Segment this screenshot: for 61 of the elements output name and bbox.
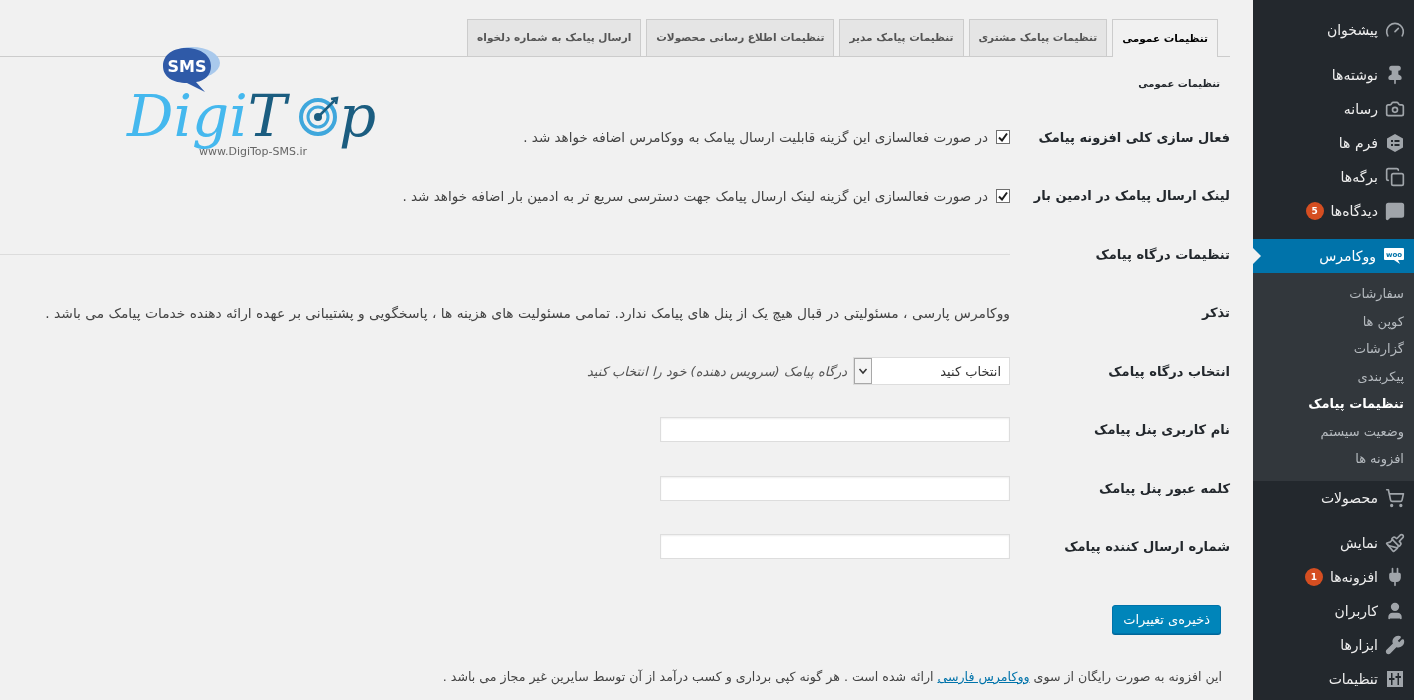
- checkbox[interactable]: [996, 188, 1010, 203]
- menu-item[interactable]: محصولات: [1253, 480, 1414, 515]
- submenu-item[interactable]: وضعیت سیستم: [1253, 417, 1414, 445]
- save-button[interactable]: ذخیره‌ی تغییرات: [1112, 605, 1221, 634]
- digitop-logo: SMS DigiT p www.DigiTop-SMS.ir: [125, 44, 383, 158]
- setting-label: تذکر: [1201, 305, 1230, 321]
- menu-item[interactable]: برگه‌ها: [1253, 160, 1414, 194]
- plugin-link[interactable]: ووکامرس فارسی: [937, 669, 1030, 684]
- submenu-item[interactable]: افزونه ها: [1253, 445, 1414, 473]
- note-text: ووکامرس پارسی ، مسئولیتی در قبال هیچ یک از پنل های پیامک ندارد. تمامی مسئولیت های هزینه ها ، پاسخگویی و پشتیبانی بر عهده ارائه دهنده خدمات پیامک می باشد .: [45, 303, 1010, 322]
- hexagon-list-icon: [1385, 133, 1405, 153]
- cart-icon: [1385, 487, 1405, 508]
- submenu-item[interactable]: تنظیمات پیامک: [1253, 390, 1414, 418]
- footer-note: این افزونه به صورت رایگان از سوی ووکامرس فارسی ارائه شده است . هر گونه کپی برداری و کسب درآمد از آن توسط سایرین غیر مجاز می باشد .: [442, 669, 1222, 685]
- user-icon: [1385, 600, 1405, 621]
- paintbrush-icon: [1385, 532, 1405, 553]
- menu-item[interactable]: نمایش: [1253, 525, 1414, 560]
- tab[interactable]: تنظیمات عمومی: [1112, 19, 1218, 57]
- text-field[interactable]: [660, 534, 1010, 560]
- wrench-icon: [1385, 634, 1405, 655]
- notification-count: 1: [1304, 567, 1323, 586]
- menu-item[interactable]: پیشخوان: [1253, 13, 1414, 47]
- setting-label: نام کاربری پنل پیامک: [1094, 422, 1230, 438]
- pin-icon: [1385, 65, 1405, 85]
- setting-label: انتخاب درگاه پیامک: [1108, 363, 1230, 379]
- setting-label: لینک ارسال پیامک در ادمین بار: [1033, 188, 1230, 204]
- text-field[interactable]: [660, 417, 1010, 443]
- setting-label: فعال سازی کلی افزونه پیامک: [1038, 129, 1230, 145]
- checkbox[interactable]: [996, 130, 1010, 145]
- menu-item[interactable]: ابزارها: [1253, 627, 1414, 662]
- menu-item[interactable]: کاربران: [1253, 593, 1414, 628]
- menu-item[interactable]: تنظیمات: [1253, 661, 1414, 696]
- tab[interactable]: تنظیمات اطلاع رسانی محصولات: [646, 19, 835, 56]
- submenu-item[interactable]: پیکربندی: [1253, 362, 1414, 390]
- text-field[interactable]: [660, 475, 1010, 501]
- submenu-item[interactable]: کوپن ها: [1253, 307, 1414, 335]
- section-title: تنظیمات عمومی: [1138, 77, 1220, 92]
- sliders-icon: [1385, 668, 1405, 689]
- menu-item[interactable]: نوشته‌ها: [1253, 58, 1414, 92]
- gauge-icon: [1385, 20, 1405, 40]
- tab[interactable]: تنظیمات پیامک مدیر: [839, 19, 964, 56]
- select-description: درگاه پیامک (سرویس دهنده) خود را انتخاب کنید: [587, 363, 847, 379]
- gateway-select[interactable]: انتخاب کنید: [853, 357, 1010, 386]
- tab[interactable]: تنظیمات پیامک مشتری: [968, 19, 1108, 56]
- menu-pointer-icon: [1253, 248, 1261, 264]
- menu-item[interactable]: رسانه: [1253, 92, 1414, 126]
- menu-item[interactable]: فرم ها: [1253, 126, 1414, 160]
- setting-label: شماره ارسال کننده پیامک: [1064, 539, 1230, 555]
- setting-label: کلمه عبور پنل پیامک: [1098, 480, 1230, 496]
- documents-icon: [1385, 167, 1405, 187]
- submenu-item[interactable]: سفارشات: [1253, 280, 1414, 308]
- submenu-item[interactable]: گزارشات: [1253, 335, 1414, 363]
- tab[interactable]: ارسال پیامک به شماره دلخواه: [467, 19, 642, 56]
- camera-icon: [1385, 99, 1405, 119]
- notification-count: 5: [1305, 202, 1324, 220]
- checkmark-icon: [998, 190, 1008, 201]
- checkbox-description: در صورت فعالسازی این گزینه لینک ارسال پیامک جهت دسترسی سریع تر به ادمین بار اضافه خواهد شد .: [402, 187, 988, 204]
- checkbox-description: در صورت فعالسازی این گزینه قابلیت ارسال پیامک به ووکامرس اضافه خواهد شد .: [523, 129, 988, 146]
- section-heading: تنظیمات درگاه پیامک: [1095, 246, 1230, 262]
- speech-bubble-icon: [1385, 201, 1405, 221]
- checkmark-icon: [998, 132, 1008, 143]
